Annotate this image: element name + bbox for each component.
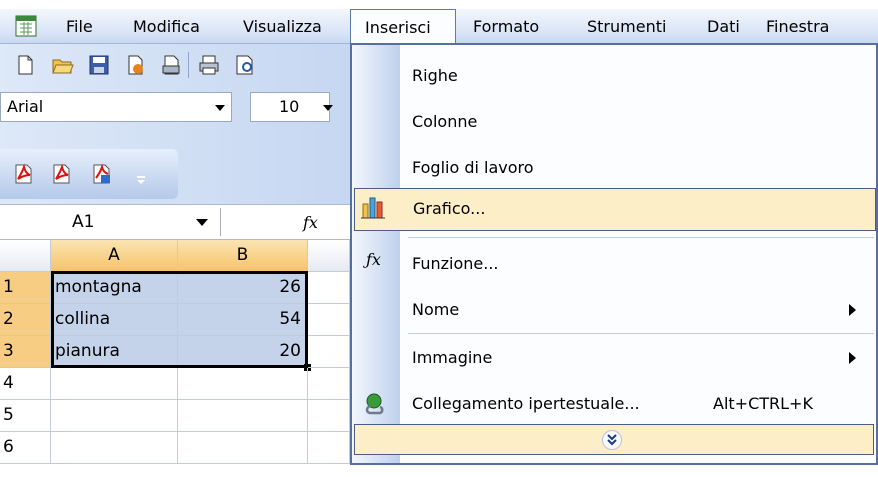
- print-preview-icon[interactable]: [234, 54, 256, 76]
- fx-insert-function-icon[interactable]: fx: [303, 209, 318, 237]
- menu-item-label: Nome: [412, 300, 460, 319]
- menu-item-label: Colonne: [412, 112, 478, 131]
- font-name-combo[interactable]: Arial: [0, 92, 232, 122]
- row-header-3[interactable]: 3: [0, 336, 51, 368]
- pdf-toolbar: [0, 149, 178, 199]
- cell-a1[interactable]: montagna: [51, 272, 178, 304]
- cell-a2[interactable]: collina: [51, 304, 178, 336]
- pdf-email-icon[interactable]: [50, 163, 72, 185]
- name-box-dropdown-icon[interactable]: [196, 219, 208, 226]
- cell-b2[interactable]: 54: [178, 304, 308, 336]
- menu-item-colonne[interactable]: Colonne: [352, 99, 876, 145]
- menu-finestra[interactable]: Finestra: [766, 9, 829, 44]
- cell-a3[interactable]: pianura: [51, 336, 178, 368]
- row-header-5[interactable]: 5: [0, 400, 51, 432]
- toolbar-separator: [188, 52, 189, 78]
- menu-item-label: Grafico...: [413, 199, 486, 218]
- double-chevron-down-icon[interactable]: [602, 430, 622, 450]
- menu-item-label: Foglio di lavoro: [412, 158, 534, 177]
- menu-visualizza[interactable]: Visualizza: [243, 9, 322, 44]
- function-fx-icon: ƒx: [366, 250, 381, 269]
- menu-file[interactable]: File: [66, 9, 93, 44]
- cell-c1[interactable]: [308, 272, 350, 304]
- menu-separator: [408, 237, 874, 238]
- menu-item-righe[interactable]: Righe: [352, 53, 876, 99]
- cell-c6[interactable]: [308, 432, 350, 464]
- menu-inserisci[interactable]: Inserisci: [365, 10, 431, 45]
- menu-item-grafico[interactable]: Grafico...: [354, 188, 876, 231]
- cell-a6[interactable]: [51, 432, 178, 464]
- cell-c4[interactable]: [308, 368, 350, 400]
- cell-c3[interactable]: [308, 336, 350, 368]
- menu-bar: File Modifica Visualizza Inserisci Forma…: [0, 9, 878, 46]
- font-name-value: Arial: [7, 97, 44, 116]
- hyperlink-globe-icon: [362, 392, 388, 416]
- row-header-6[interactable]: 6: [0, 432, 51, 464]
- menu-formato[interactable]: Formato: [473, 9, 539, 44]
- cell-b3[interactable]: 20: [178, 336, 308, 368]
- menu-item-label: Collegamento ipertestuale...: [412, 394, 640, 413]
- cell-a4[interactable]: [51, 368, 178, 400]
- menu-modifica[interactable]: Modifica: [133, 9, 200, 44]
- chart-icon: [361, 196, 387, 220]
- menu-item-label: Funzione...: [412, 254, 499, 273]
- toolbar-area: Arial 10: [0, 44, 350, 204]
- print-to-file-icon[interactable]: [160, 54, 182, 76]
- column-header-c[interactable]: [308, 240, 350, 272]
- insert-menu-dropdown: Righe Colonne Foglio di lavoro Grafico..…: [350, 43, 878, 465]
- save-icon[interactable]: [88, 54, 110, 76]
- menu-item-collegamento-ipertestuale[interactable]: Collegamento ipertestuale... Alt+CTRL+K: [352, 381, 876, 427]
- open-folder-icon[interactable]: [52, 54, 74, 76]
- pdf-review-icon[interactable]: [90, 163, 112, 185]
- menu-dati[interactable]: Dati: [707, 9, 740, 44]
- menu-item-nome[interactable]: Nome: [352, 287, 876, 333]
- new-document-icon[interactable]: [14, 54, 36, 76]
- toolbar-options-chevron-icon[interactable]: [136, 167, 146, 187]
- select-all-corner[interactable]: [0, 240, 51, 272]
- permission-icon[interactable]: [124, 54, 146, 76]
- excel-app-icon[interactable]: [14, 14, 38, 38]
- submenu-arrow-icon: [849, 352, 856, 364]
- submenu-arrow-icon: [849, 304, 856, 316]
- cell-b1[interactable]: 26: [178, 272, 308, 304]
- cell-b6[interactable]: [178, 432, 308, 464]
- name-box-value: A1: [72, 212, 95, 232]
- column-header-a[interactable]: A: [51, 240, 178, 272]
- formula-bar: A1 fx: [0, 204, 350, 240]
- name-box[interactable]: A1: [0, 208, 221, 236]
- menu-inserisci-open[interactable]: Inserisci: [350, 9, 456, 46]
- font-size-dropdown-icon[interactable]: [323, 105, 333, 111]
- cell-c2[interactable]: [308, 304, 350, 336]
- menu-expand-bar[interactable]: [354, 424, 874, 455]
- window-title-strip: [0, 0, 878, 9]
- cell-c5[interactable]: [308, 400, 350, 432]
- menu-item-foglio-di-lavoro[interactable]: Foglio di lavoro: [352, 145, 876, 191]
- cell-b4[interactable]: [178, 368, 308, 400]
- menu-item-shortcut: Alt+CTRL+K: [713, 394, 813, 413]
- row-header-4[interactable]: 4: [0, 368, 51, 400]
- menu-item-label: Immagine: [412, 348, 493, 367]
- menu-item-immagine[interactable]: Immagine: [352, 335, 876, 381]
- formatting-toolbar: Arial 10: [0, 86, 350, 128]
- standard-toolbar: [0, 44, 350, 86]
- font-size-combo[interactable]: 10: [250, 92, 333, 122]
- menu-strumenti[interactable]: Strumenti: [587, 9, 666, 44]
- print-icon[interactable]: [198, 54, 220, 76]
- cell-b5[interactable]: [178, 400, 308, 432]
- menu-item-funzione[interactable]: ƒx Funzione...: [352, 241, 876, 287]
- pdf-convert-icon[interactable]: [12, 163, 34, 185]
- row-header-1[interactable]: 1: [0, 272, 51, 304]
- row-header-2[interactable]: 2: [0, 304, 51, 336]
- column-header-b[interactable]: B: [178, 240, 308, 272]
- menu-separator: [408, 333, 874, 334]
- menu-item-label: Righe: [412, 66, 458, 85]
- font-size-value: 10: [279, 97, 300, 116]
- cell-a5[interactable]: [51, 400, 178, 432]
- font-name-dropdown-icon[interactable]: [215, 105, 225, 111]
